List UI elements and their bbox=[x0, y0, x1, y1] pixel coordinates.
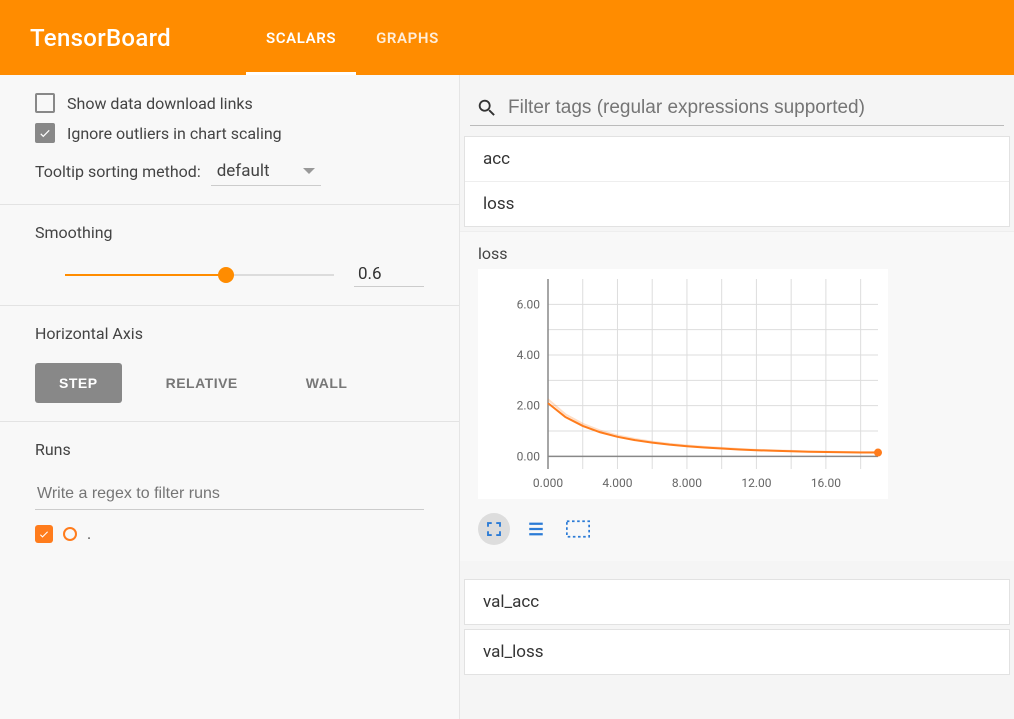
sidebar: Show data download links Ignore outliers… bbox=[0, 75, 460, 719]
checkbox-label: Ignore outliers in chart scaling bbox=[67, 124, 282, 143]
expand-icon[interactable] bbox=[478, 513, 510, 545]
chart-title: loss bbox=[478, 244, 996, 263]
axis-section: Horizontal Axis STEP RELATIVE WALL bbox=[0, 306, 459, 422]
tag-panel-valloss: val_loss bbox=[464, 629, 1010, 675]
smoothing-slider[interactable] bbox=[65, 265, 334, 285]
runs-filter-input[interactable] bbox=[35, 479, 424, 510]
smoothing-value-input[interactable]: 0.6 bbox=[354, 262, 424, 287]
loss-chart-panel: loss 0.00 2.00 4.00 6.00 0.000 4.000 8.000 12.00… bbox=[460, 231, 1014, 561]
runs-section: Runs . bbox=[0, 422, 459, 561]
tag-header-valacc[interactable]: val_acc bbox=[465, 580, 1009, 624]
svg-text:6.00: 6.00 bbox=[517, 297, 541, 311]
svg-text:16.00: 16.00 bbox=[811, 476, 841, 490]
tag-search-bar bbox=[470, 93, 1004, 126]
brand-title: TensorBoard bbox=[30, 24, 171, 52]
options-section: Show data download links Ignore outliers… bbox=[0, 75, 459, 205]
tag-header-valloss[interactable]: val_loss bbox=[465, 630, 1009, 674]
svg-text:2.00: 2.00 bbox=[517, 399, 541, 413]
ignore-outliers-checkbox[interactable]: Ignore outliers in chart scaling bbox=[35, 123, 424, 143]
svg-text:0.000: 0.000 bbox=[533, 476, 563, 490]
tab-scalars[interactable]: SCALARS bbox=[246, 0, 356, 75]
slider-thumb-icon[interactable] bbox=[218, 267, 234, 283]
main: Show data download links Ignore outliers… bbox=[0, 75, 1014, 719]
tag-header-acc[interactable]: acc bbox=[465, 137, 1009, 182]
tooltip-sort-row: Tooltip sorting method: default bbox=[35, 157, 424, 186]
fit-domain-icon[interactable] bbox=[562, 513, 594, 545]
svg-text:12.00: 12.00 bbox=[741, 476, 771, 490]
show-download-checkbox[interactable]: Show data download links bbox=[35, 93, 424, 113]
axis-btn-relative[interactable]: RELATIVE bbox=[142, 363, 262, 403]
svg-text:4.00: 4.00 bbox=[517, 348, 541, 362]
header-tabs: SCALARSGRAPHS bbox=[246, 0, 459, 75]
runs-title: Runs bbox=[35, 440, 424, 459]
checkbox-icon bbox=[35, 123, 55, 143]
axis-btn-step[interactable]: STEP bbox=[35, 363, 122, 403]
axis-btn-wall[interactable]: WALL bbox=[282, 363, 372, 403]
tag-panels: acclossloss0.002.004.006.000.0004.0008.0… bbox=[460, 136, 1014, 675]
axis-title: Horizontal Axis bbox=[35, 324, 424, 343]
svg-text:8.000: 8.000 bbox=[672, 476, 702, 490]
checkbox-icon bbox=[35, 93, 55, 113]
tooltip-sort-label: Tooltip sorting method: bbox=[35, 162, 201, 181]
tag-search-input[interactable] bbox=[508, 97, 998, 119]
toggle-y-icon[interactable] bbox=[520, 513, 552, 545]
search-icon bbox=[476, 97, 498, 119]
tag-panel-valacc: val_acc bbox=[464, 579, 1010, 625]
run-color-icon[interactable] bbox=[63, 527, 77, 541]
svg-text:4.000: 4.000 bbox=[602, 476, 632, 490]
runs-list: . bbox=[35, 524, 424, 543]
content: acclossloss0.002.004.006.000.0004.0008.0… bbox=[460, 75, 1014, 719]
tooltip-sort-select[interactable]: default bbox=[211, 157, 321, 186]
axis-buttons: STEP RELATIVE WALL bbox=[35, 363, 424, 403]
smoothing-title: Smoothing bbox=[35, 223, 424, 242]
checkbox-label: Show data download links bbox=[67, 94, 253, 113]
smoothing-section: Smoothing 0.6 bbox=[0, 205, 459, 306]
run-checkbox[interactable] bbox=[35, 525, 53, 543]
tag-header-loss[interactable]: loss bbox=[465, 182, 1009, 226]
run-name: . bbox=[87, 524, 91, 543]
tab-graphs[interactable]: GRAPHS bbox=[356, 0, 459, 75]
svg-text:0.00: 0.00 bbox=[517, 449, 541, 463]
tag-panel-group: accloss bbox=[464, 136, 1010, 227]
app-header: TensorBoard SCALARSGRAPHS bbox=[0, 0, 1014, 75]
loss-chart-svg: 0.00 2.00 4.00 6.00 0.000 4.000 8.000 12.00 16.0… bbox=[478, 269, 888, 499]
